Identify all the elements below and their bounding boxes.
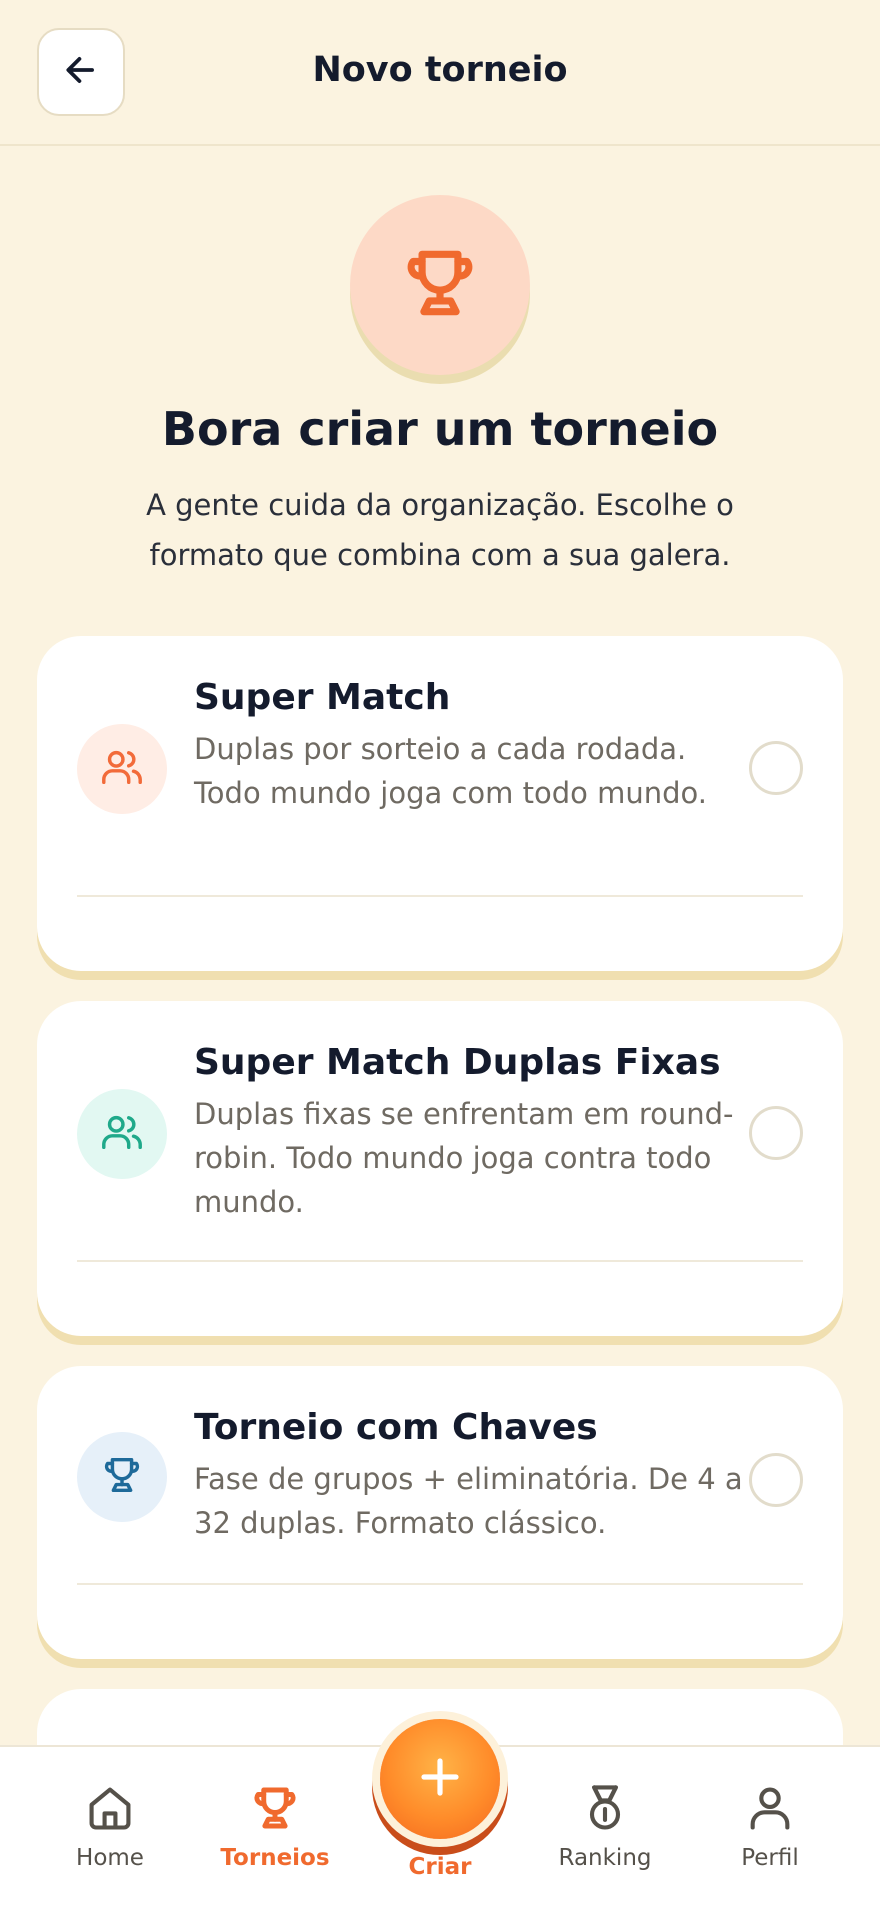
- hero-trophy-badge: [350, 195, 530, 375]
- card-divider: [77, 1583, 803, 1585]
- format-card-super-match-duplas-fixas[interactable]: Super Match Duplas Fixas Duplas fixas se…: [37, 1001, 843, 1336]
- format-icon-badge: [77, 1432, 167, 1522]
- format-description: Duplas fixas se enfrentam em round-robin…: [194, 1097, 734, 1219]
- users-icon: [99, 744, 145, 794]
- plus-icon: [416, 1753, 464, 1805]
- format-radio[interactable]: [749, 1106, 803, 1160]
- nav-label: Ranking: [558, 1845, 652, 1871]
- card-divider: [77, 895, 803, 897]
- hero-subtitle: A gente cuida da organização. Escolhe o …: [146, 488, 734, 572]
- format-title: Torneio com Chaves: [194, 1407, 598, 1448]
- format-radio[interactable]: [749, 1453, 803, 1507]
- top-app-bar: Novo torneio: [0, 0, 880, 146]
- page-title: Novo torneio: [312, 50, 568, 90]
- trophy-icon: [397, 240, 483, 330]
- create-fab-button[interactable]: [380, 1719, 500, 1839]
- format-description: Duplas por sorteio a cada rodada. Todo m…: [194, 732, 707, 810]
- format-icon-badge: [77, 1089, 167, 1179]
- trophy-icon: [248, 1781, 302, 1839]
- hero-title: Bora criar um torneio: [161, 402, 719, 456]
- format-icon-badge: [77, 724, 167, 814]
- format-title: Super Match Duplas Fixas: [194, 1042, 721, 1083]
- nav-label: Home: [76, 1845, 144, 1871]
- nav-ranking[interactable]: Ranking: [535, 1747, 675, 1907]
- card-divider: [77, 1260, 803, 1262]
- users-icon: [99, 1109, 145, 1159]
- nav-perfil[interactable]: Perfil: [700, 1747, 840, 1907]
- format-description: Fase de grupos + eliminatória. De 4 a 32…: [194, 1462, 743, 1540]
- format-radio[interactable]: [749, 741, 803, 795]
- format-card-torneio-com-chaves[interactable]: Torneio com Chaves Fase de grupos + elim…: [37, 1366, 843, 1659]
- nav-home[interactable]: Home: [40, 1747, 180, 1907]
- create-fab-label: Criar: [408, 1854, 472, 1880]
- nav-torneios[interactable]: Torneios: [205, 1747, 345, 1907]
- user-icon: [744, 1782, 796, 1838]
- home-icon: [84, 1782, 136, 1838]
- nav-label: Perfil: [741, 1845, 799, 1871]
- trophy-icon: [99, 1452, 145, 1502]
- nav-label: Torneios: [220, 1845, 330, 1871]
- medal-icon: [579, 1782, 631, 1838]
- format-title: Super Match: [194, 677, 451, 718]
- format-card-super-match[interactable]: Super Match Duplas por sorteio a cada ro…: [37, 636, 843, 971]
